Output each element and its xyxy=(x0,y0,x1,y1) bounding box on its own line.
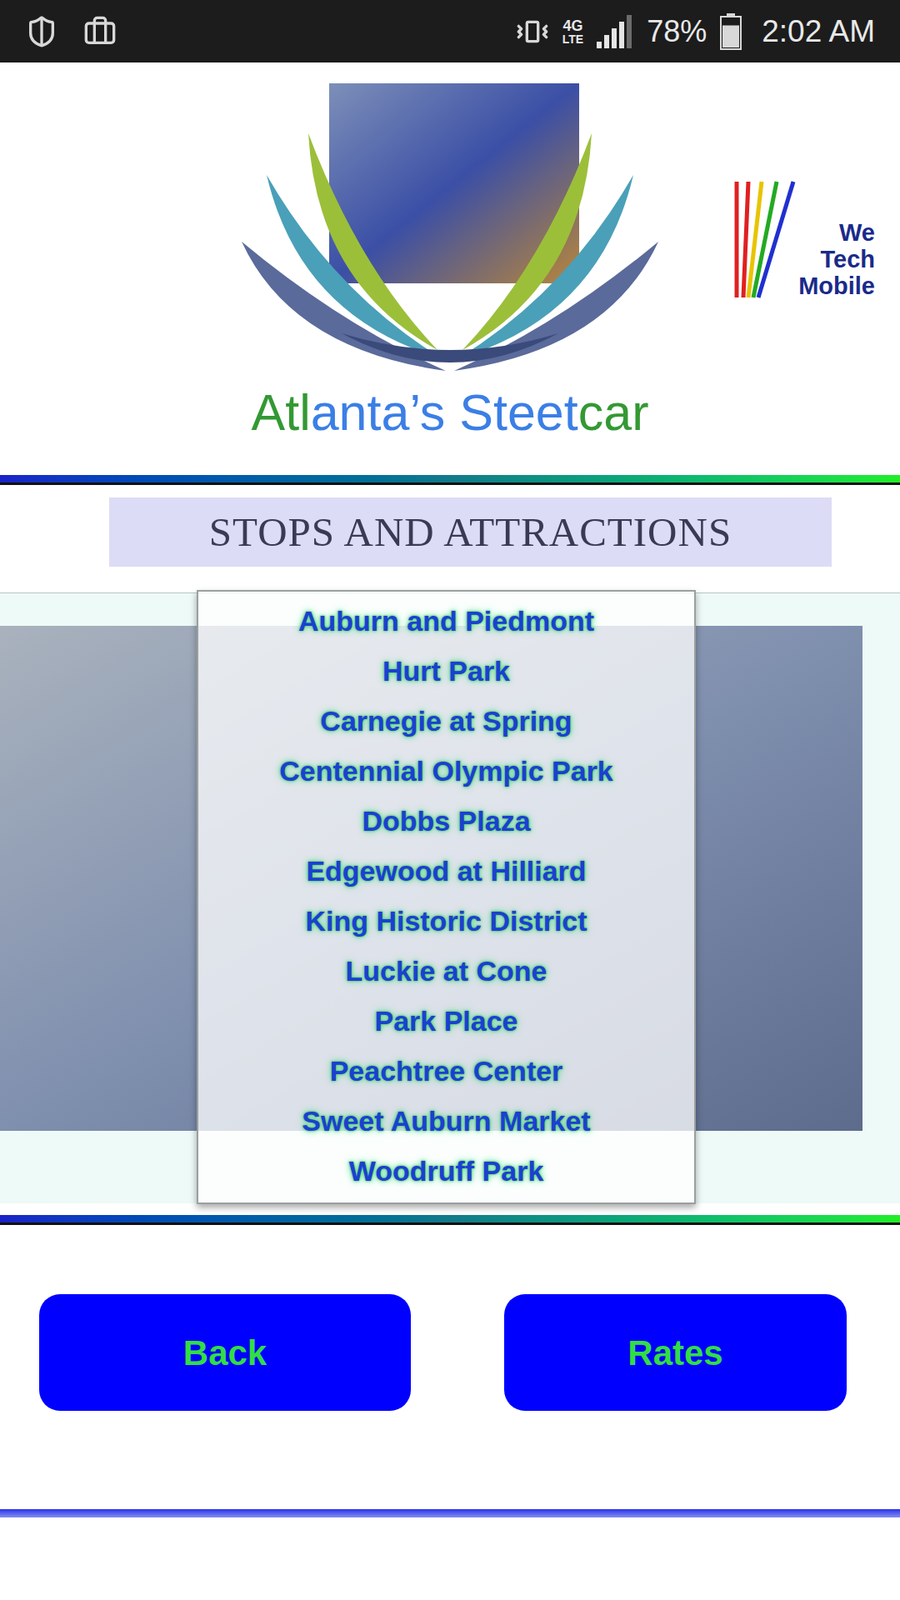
stop-item[interactable]: Woodruff Park xyxy=(198,1145,695,1196)
stop-item[interactable]: Dobbs Plaza xyxy=(198,795,695,846)
partner-stripes-icon xyxy=(731,178,799,301)
back-button[interactable]: Back xyxy=(39,1294,411,1411)
stop-item[interactable]: Park Place xyxy=(198,995,695,1046)
partner-logo-word: Tech xyxy=(820,245,875,273)
bottom-line xyxy=(0,1509,900,1518)
security-icon xyxy=(25,15,59,49)
header: Atlanta’s Steetcar WeTechMobile xyxy=(0,62,900,475)
network-type: 4GLTE xyxy=(562,18,584,45)
stop-item[interactable]: Peachtree Center xyxy=(198,1045,695,1096)
streetcar-logo-icon xyxy=(241,83,659,384)
battery-icon xyxy=(720,13,742,50)
briefcase-icon xyxy=(83,15,117,49)
partner-logo: WeTechMobile xyxy=(731,178,875,301)
battery-percent: 78% xyxy=(646,9,707,55)
partner-logo-word: We xyxy=(839,219,875,246)
stop-item[interactable]: Auburn and Piedmont xyxy=(198,595,695,646)
vibrate-icon xyxy=(515,15,550,49)
stop-item[interactable]: Hurt Park xyxy=(198,645,695,696)
status-bar: 4GLTE 78% 2:02 AM xyxy=(0,0,900,63)
rates-button[interactable]: Rates xyxy=(504,1294,847,1411)
stop-item[interactable]: King Historic District xyxy=(198,895,695,946)
app-screen: 4GLTE 78% 2:02 AM Atlanta’s Steetcar WeTechM… xyxy=(0,0,900,1600)
stop-item[interactable]: Sweet Auburn Market xyxy=(198,1095,695,1146)
section-banner: STOPS AND ATTRACTIONS xyxy=(109,497,832,567)
signal-icon xyxy=(596,15,634,49)
stops-list: Auburn and PiedmontHurt ParkCarnegie at … xyxy=(196,590,696,1205)
button-row: Back Rates xyxy=(0,1294,900,1411)
stop-item[interactable]: Carnegie at Spring xyxy=(198,695,695,746)
divider xyxy=(0,1215,900,1225)
app-title: Atlanta’s Steetcar xyxy=(251,383,650,442)
clock: 2:02 AM xyxy=(761,8,875,55)
stop-item[interactable]: Luckie at Cone xyxy=(198,945,695,996)
partner-logo-word: Mobile xyxy=(798,272,875,300)
stop-item[interactable]: Edgewood at Hilliard xyxy=(198,845,695,896)
stop-item[interactable]: Centennial Olympic Park xyxy=(198,745,695,796)
divider xyxy=(0,475,900,485)
stops-panel: Auburn and PiedmontHurt ParkCarnegie at … xyxy=(0,592,900,1204)
